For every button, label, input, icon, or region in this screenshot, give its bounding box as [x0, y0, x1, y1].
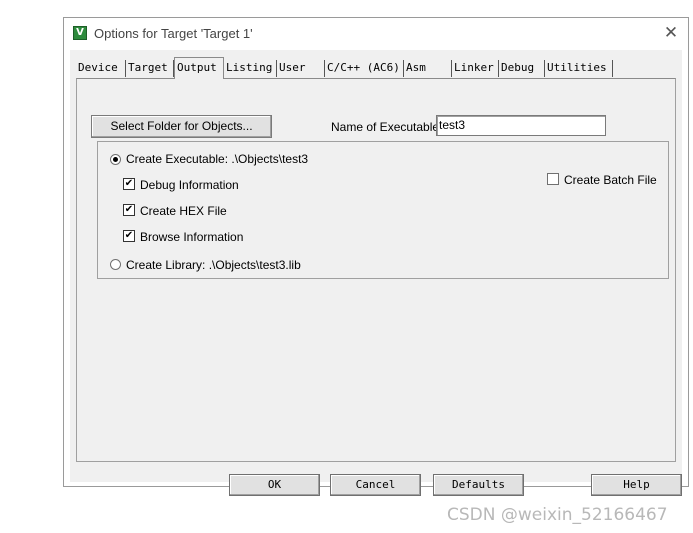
tab-asm[interactable]: Asm — [404, 60, 452, 77]
title-bar[interactable]: V Options for Target 'Target 1' ✕ — [64, 18, 688, 50]
defaults-button[interactable]: Defaults — [433, 474, 524, 496]
tab-linker[interactable]: Linker — [452, 60, 499, 77]
tab-user[interactable]: User — [277, 60, 325, 77]
tab-listing[interactable]: Listing — [224, 60, 277, 77]
tab-c-cpp-ac6[interactable]: C/C++ (AC6) — [325, 60, 404, 77]
window-title: Options for Target 'Target 1' — [94, 26, 253, 41]
name-of-executable-input[interactable]: test3 — [436, 115, 606, 136]
select-folder-button[interactable]: Select Folder for Objects... — [91, 115, 272, 138]
create-batch-label[interactable]: Create Batch File — [564, 173, 657, 187]
debug-information-checkbox[interactable]: ✔ — [123, 178, 135, 190]
dialog-client-area: Device Target Output Listing User C/C++ … — [70, 50, 682, 496]
create-library-label[interactable]: Create Library: .\Objects\test3.lib — [126, 258, 301, 272]
cancel-button[interactable]: Cancel — [330, 474, 421, 496]
create-executable-label[interactable]: Create Executable: .\Objects\test3 — [126, 152, 308, 166]
output-options-group: Create Executable: .\Objects\test3 ✔ Deb… — [97, 141, 669, 279]
create-executable-radio[interactable] — [110, 154, 121, 165]
create-batch-checkbox[interactable] — [547, 173, 559, 185]
tab-device[interactable]: Device — [76, 60, 126, 77]
csdn-watermark: CSDN @weixin_52166467 — [447, 505, 668, 525]
browse-information-checkbox[interactable]: ✔ — [123, 230, 135, 242]
options-dialog: V Options for Target 'Target 1' ✕ Device… — [63, 17, 689, 496]
create-hex-label[interactable]: Create HEX File — [140, 204, 227, 218]
tab-strip: Device Target Output Listing User C/C++ … — [76, 57, 676, 79]
help-button[interactable]: Help — [591, 474, 682, 496]
name-of-executable-label: Name of Executable: — [331, 120, 443, 134]
create-library-radio[interactable] — [110, 259, 121, 270]
debug-information-label[interactable]: Debug Information — [140, 178, 239, 192]
create-hex-checkbox[interactable]: ✔ — [123, 204, 135, 216]
close-icon[interactable]: ✕ — [662, 24, 680, 42]
tab-debug[interactable]: Debug — [499, 60, 545, 77]
tab-output[interactable]: Output — [174, 57, 224, 79]
tab-utilities[interactable]: Utilities — [545, 60, 613, 77]
keil-app-icon: V — [73, 26, 87, 40]
browse-information-label[interactable]: Browse Information — [140, 230, 243, 244]
tab-target[interactable]: Target — [126, 60, 174, 77]
ok-button[interactable]: OK — [229, 474, 320, 496]
output-tab-panel: Select Folder for Objects... Name of Exe… — [76, 78, 676, 462]
